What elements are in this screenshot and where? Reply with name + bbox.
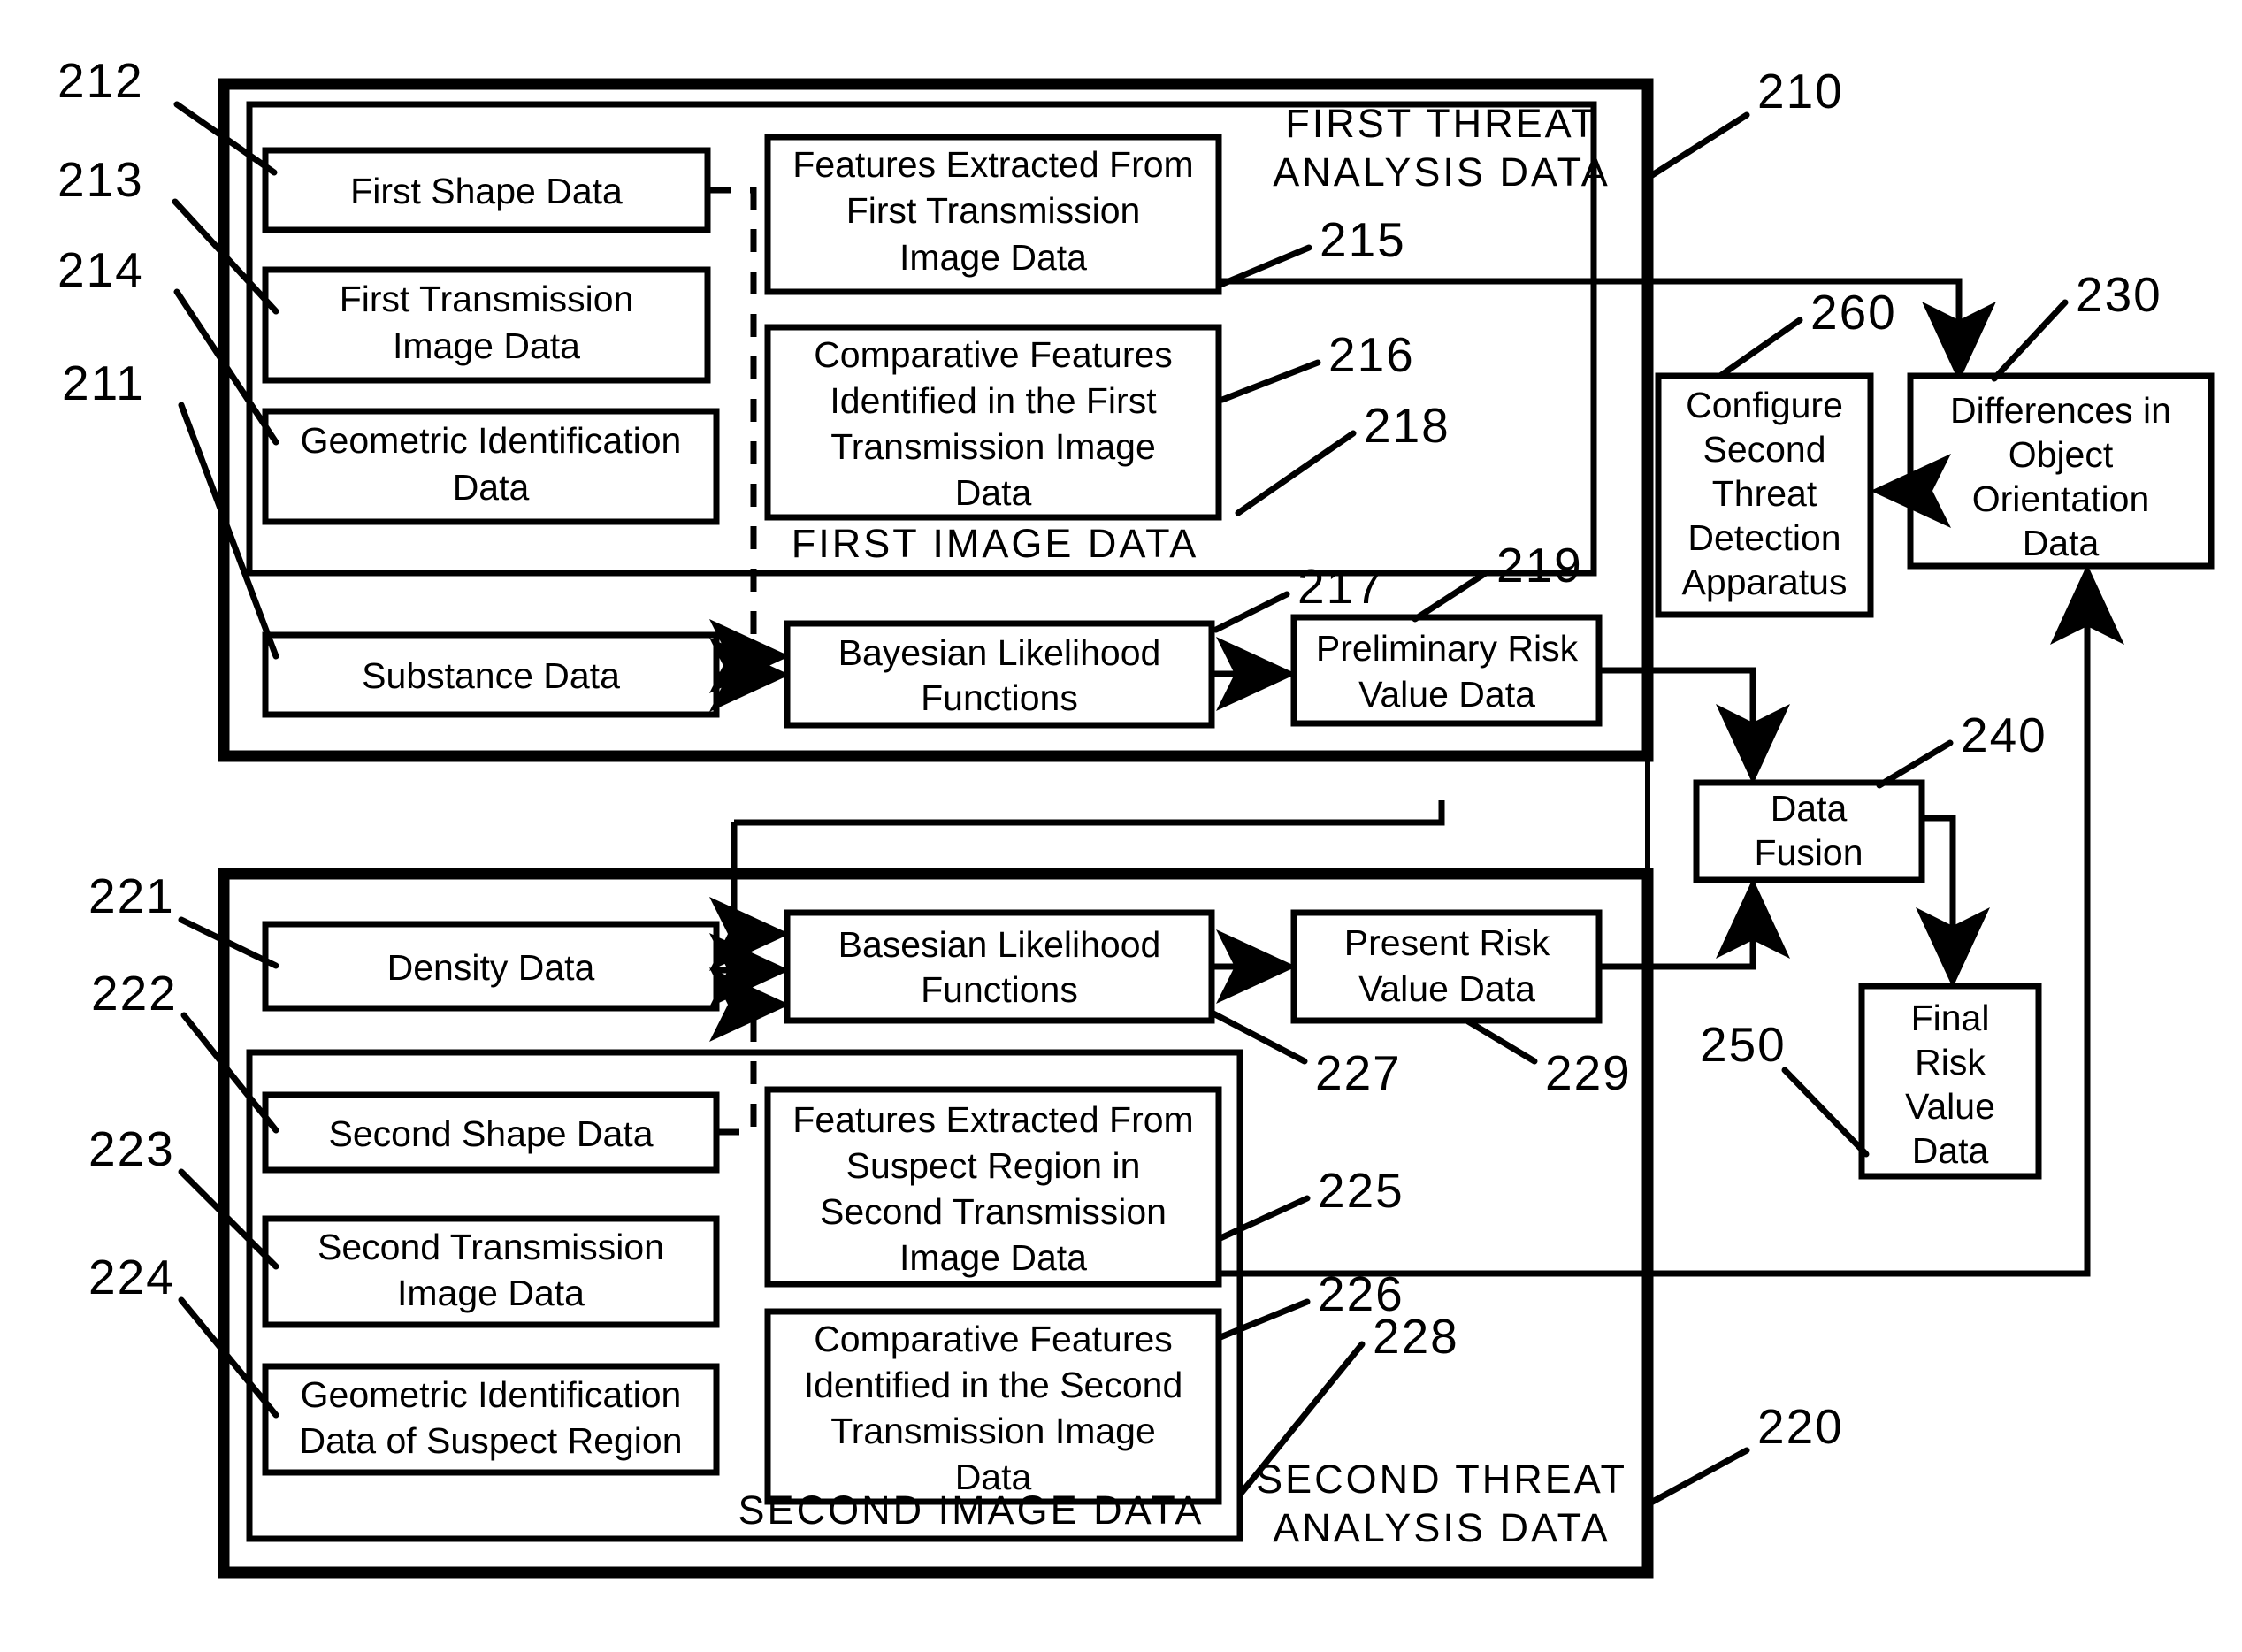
label-comparative-features-first-1: Comparative Features <box>814 334 1173 375</box>
label-first-transmission-image-data-2: Image Data <box>393 325 580 366</box>
label-second-transmission-image-data-1: Second Transmission <box>318 1227 664 1267</box>
ref-numeral-224: 224 <box>88 1250 175 1304</box>
label-configure-second-apparatus-1: Configure <box>1686 385 1843 425</box>
ref-numeral-227: 227 <box>1315 1045 1402 1100</box>
label-differences-orientation-2: Object <box>2009 434 2114 475</box>
ref-numeral-222: 222 <box>91 966 178 1021</box>
label-bayesian-likelihood-first-1: Bayesian Likelihood <box>838 632 1161 673</box>
label-features-extracted-second-2: Suspect Region in <box>846 1145 1141 1186</box>
label-configure-second-apparatus-3: Threat <box>1712 473 1817 514</box>
ref-numeral-229: 229 <box>1545 1045 1632 1100</box>
label-configure-second-apparatus-4: Detection <box>1687 517 1840 558</box>
label-comparative-features-first-2: Identified in the First <box>830 380 1157 421</box>
label-final-risk-value-data-1: Final <box>1911 998 1990 1038</box>
label-differences-orientation-4: Data <box>2023 523 2100 563</box>
diagram-text-layer: First Shape Data First Transmission Imag… <box>57 53 2171 1550</box>
ref-numeral-214: 214 <box>57 242 144 297</box>
ref-numeral-218: 218 <box>1364 398 1450 453</box>
label-preliminary-risk-value-data-2: Value Data <box>1358 674 1535 715</box>
label-present-risk-value-data-2: Value Data <box>1358 968 1535 1009</box>
caption-first-image-data: FIRST IMAGE DATA <box>792 521 1199 566</box>
label-basesian-likelihood-second-1: Basesian Likelihood <box>838 924 1161 965</box>
label-features-extracted-first-2: First Transmission <box>846 190 1141 231</box>
ref-numeral-219: 219 <box>1496 538 1583 593</box>
ref-numeral-221: 221 <box>88 868 175 923</box>
label-features-extracted-second-3: Second Transmission <box>820 1191 1167 1232</box>
label-bayesian-likelihood-first-2: Functions <box>921 677 1078 718</box>
ref-numeral-213: 213 <box>57 152 144 207</box>
ref-numeral-210: 210 <box>1757 64 1844 119</box>
label-data-fusion-2: Fusion <box>1754 832 1863 873</box>
label-first-transmission-image-data-1: First Transmission <box>340 279 634 319</box>
label-differences-orientation-1: Differences in <box>1950 390 2171 431</box>
ref-numeral-260: 260 <box>1810 285 1897 340</box>
label-features-extracted-first-3: Image Data <box>899 237 1087 278</box>
label-configure-second-apparatus-2: Second <box>1703 429 1825 470</box>
ref-numeral-250: 250 <box>1700 1017 1787 1072</box>
label-features-extracted-second-1: Features Extracted From <box>792 1099 1193 1140</box>
label-geometric-identification-data-1: Geometric Identification <box>301 420 682 461</box>
label-features-extracted-first-1: Features Extracted From <box>792 144 1193 185</box>
ref-numeral-230: 230 <box>2076 267 2162 322</box>
label-geometric-identification-data-2: Data <box>453 467 530 508</box>
label-comparative-features-second-1: Comparative Features <box>814 1319 1173 1359</box>
ref-numeral-225: 225 <box>1318 1163 1404 1218</box>
label-substance-data: Substance Data <box>362 655 620 696</box>
label-preliminary-risk-value-data-1: Preliminary Risk <box>1316 628 1579 669</box>
ref-numeral-240: 240 <box>1961 707 2047 762</box>
label-second-shape-data: Second Shape Data <box>329 1113 654 1154</box>
label-data-fusion-1: Data <box>1771 788 1848 829</box>
caption-second-threat-analysis-data-1: SECOND THREAT <box>1256 1457 1627 1502</box>
label-final-risk-value-data-2: Risk <box>1915 1042 1986 1082</box>
patent-figure-canvas: First Shape Data First Transmission Imag… <box>0 0 2242 1652</box>
label-final-risk-value-data-4: Data <box>1912 1130 1989 1171</box>
label-comparative-features-second-2: Identified in the Second <box>804 1365 1183 1405</box>
label-differences-orientation-3: Orientation <box>1972 478 2150 519</box>
ref-numeral-220: 220 <box>1757 1399 1844 1454</box>
ref-numeral-215: 215 <box>1320 212 1406 267</box>
label-comparative-features-first-4: Data <box>955 472 1032 513</box>
label-geometric-identification-suspect-2: Data of Suspect Region <box>299 1420 682 1461</box>
caption-first-threat-analysis-data-1: FIRST THREAT <box>1285 101 1598 146</box>
ref-numeral-212: 212 <box>57 53 144 108</box>
label-first-shape-data: First Shape Data <box>350 171 623 211</box>
label-final-risk-value-data-3: Value <box>1905 1086 1995 1127</box>
ref-numeral-217: 217 <box>1297 559 1384 614</box>
label-comparative-features-second-3: Transmission Image <box>830 1411 1156 1451</box>
caption-first-threat-analysis-data-2: ANALYSIS DATA <box>1273 149 1611 195</box>
caption-second-threat-analysis-data-2: ANALYSIS DATA <box>1273 1505 1611 1550</box>
ref-numeral-228: 228 <box>1373 1309 1459 1364</box>
label-second-transmission-image-data-2: Image Data <box>397 1273 585 1313</box>
ref-numeral-211: 211 <box>62 356 145 410</box>
label-geometric-identification-suspect-1: Geometric Identification <box>301 1374 682 1415</box>
caption-second-image-data: SECOND IMAGE DATA <box>738 1488 1205 1533</box>
label-density-data: Density Data <box>387 947 595 988</box>
ref-numeral-223: 223 <box>88 1121 175 1176</box>
label-configure-second-apparatus-5: Apparatus <box>1682 562 1848 602</box>
label-basesian-likelihood-second-2: Functions <box>921 969 1078 1010</box>
ref-numeral-216: 216 <box>1328 327 1415 382</box>
label-features-extracted-second-4: Image Data <box>899 1237 1087 1278</box>
label-present-risk-value-data-1: Present Risk <box>1344 922 1550 963</box>
label-comparative-features-first-3: Transmission Image <box>830 426 1156 467</box>
